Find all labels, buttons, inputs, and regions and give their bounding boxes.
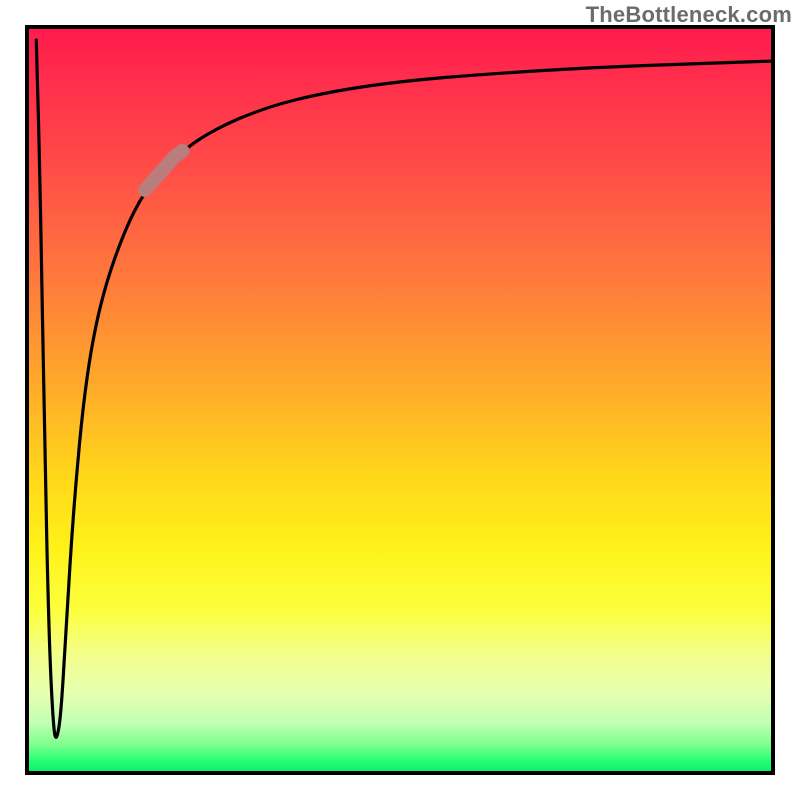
bottleneck-curve — [36, 40, 775, 737]
curve-highlight-segment — [145, 151, 183, 190]
chart-curve-layer — [25, 25, 775, 775]
chart-plot-area — [25, 25, 775, 775]
